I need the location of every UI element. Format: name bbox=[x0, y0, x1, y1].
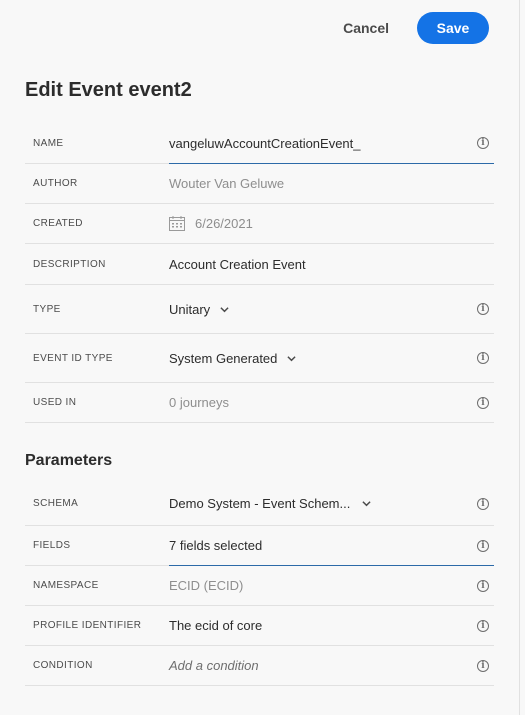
action-bar: Cancel Save bbox=[325, 12, 489, 44]
event-id-type-value: System Generated bbox=[169, 350, 278, 366]
created-value: 6/26/2021 bbox=[195, 216, 253, 231]
add-condition-link[interactable]: Add a condition bbox=[169, 658, 259, 673]
namespace-label: NAMESPACE bbox=[33, 580, 99, 591]
cancel-button[interactable]: Cancel bbox=[325, 12, 407, 44]
chevron-down-icon bbox=[362, 501, 371, 507]
schema-label: SCHEMA bbox=[33, 498, 79, 509]
event-id-type-label: EVENT ID TYPE bbox=[33, 352, 113, 364]
info-icon[interactable]: i bbox=[477, 579, 489, 592]
schema-value: Demo System - Event Schem... bbox=[169, 496, 351, 511]
info-icon[interactable]: i bbox=[477, 497, 489, 510]
info-icon[interactable]: i bbox=[477, 619, 489, 632]
author-row: AUTHOR Wouter Van Geluwe bbox=[25, 164, 494, 204]
used-in-row: USED IN 0 journeys i bbox=[25, 383, 494, 423]
edit-event-panel: Cancel Save Edit Event event2 NAME vange… bbox=[0, 0, 520, 715]
event-properties-list: NAME vangeluwAccountCreationEvent_ i AUT… bbox=[25, 123, 494, 423]
page-title: Edit Event event2 bbox=[25, 79, 192, 101]
save-button[interactable]: Save bbox=[417, 12, 489, 44]
type-label: TYPE bbox=[33, 303, 61, 315]
condition-row: CONDITION Add a condition i bbox=[25, 646, 494, 686]
created-row: CREATED 6/26/2021 bbox=[25, 204, 494, 244]
parameters-list: SCHEMA Demo System - Event Schem... i FI… bbox=[25, 482, 494, 686]
fields-label: FIELDS bbox=[33, 540, 71, 551]
created-value-wrap: 6/26/2021 bbox=[169, 216, 253, 231]
parameters-heading: Parameters bbox=[25, 452, 113, 469]
info-icon[interactable]: i bbox=[477, 539, 489, 552]
description-row: DESCRIPTION Account Creation Event bbox=[25, 244, 494, 285]
schema-dropdown[interactable]: Demo System - Event Schem... bbox=[169, 496, 371, 511]
type-row: TYPE Unitary i bbox=[25, 285, 494, 334]
info-icon[interactable]: i bbox=[477, 303, 489, 315]
condition-label: CONDITION bbox=[33, 660, 93, 671]
name-input[interactable]: vangeluwAccountCreationEvent_ bbox=[169, 136, 361, 151]
fields-row: FIELDS 7 fields selected i bbox=[25, 526, 494, 566]
used-in-value: 0 journeys bbox=[169, 395, 229, 410]
name-row: NAME vangeluwAccountCreationEvent_ i bbox=[25, 123, 494, 164]
schema-row: SCHEMA Demo System - Event Schem... i bbox=[25, 482, 494, 526]
type-dropdown[interactable]: Unitary bbox=[169, 302, 229, 317]
profile-identifier-label: PROFILE IDENTIFIER bbox=[33, 620, 142, 631]
info-icon[interactable]: i bbox=[477, 396, 489, 409]
fields-input[interactable]: 7 fields selected bbox=[169, 538, 262, 553]
namespace-row: NAMESPACE ECID (ECID) i bbox=[25, 566, 494, 606]
info-icon[interactable]: i bbox=[477, 137, 489, 149]
event-id-type-dropdown[interactable]: System Generated bbox=[169, 351, 296, 366]
created-label: CREATED bbox=[33, 218, 83, 229]
profile-identifier-row: PROFILE IDENTIFIER The ecid of core i bbox=[25, 606, 494, 646]
chevron-down-icon bbox=[220, 306, 229, 312]
info-icon[interactable]: i bbox=[477, 659, 489, 672]
name-label: NAME bbox=[33, 137, 64, 149]
type-value: Unitary bbox=[169, 301, 211, 317]
info-icon[interactable]: i bbox=[477, 352, 489, 364]
calendar-icon bbox=[169, 216, 185, 231]
description-label: DESCRIPTION bbox=[33, 258, 106, 270]
namespace-value: ECID (ECID) bbox=[169, 578, 244, 593]
event-id-type-row: EVENT ID TYPE System Generated i bbox=[25, 334, 494, 383]
author-value: Wouter Van Geluwe bbox=[169, 176, 285, 191]
used-in-label: USED IN bbox=[33, 397, 77, 408]
description-input[interactable]: Account Creation Event bbox=[169, 257, 306, 272]
author-label: AUTHOR bbox=[33, 178, 78, 189]
profile-identifier-input[interactable]: The ecid of core bbox=[169, 618, 262, 633]
chevron-down-icon bbox=[287, 355, 296, 361]
